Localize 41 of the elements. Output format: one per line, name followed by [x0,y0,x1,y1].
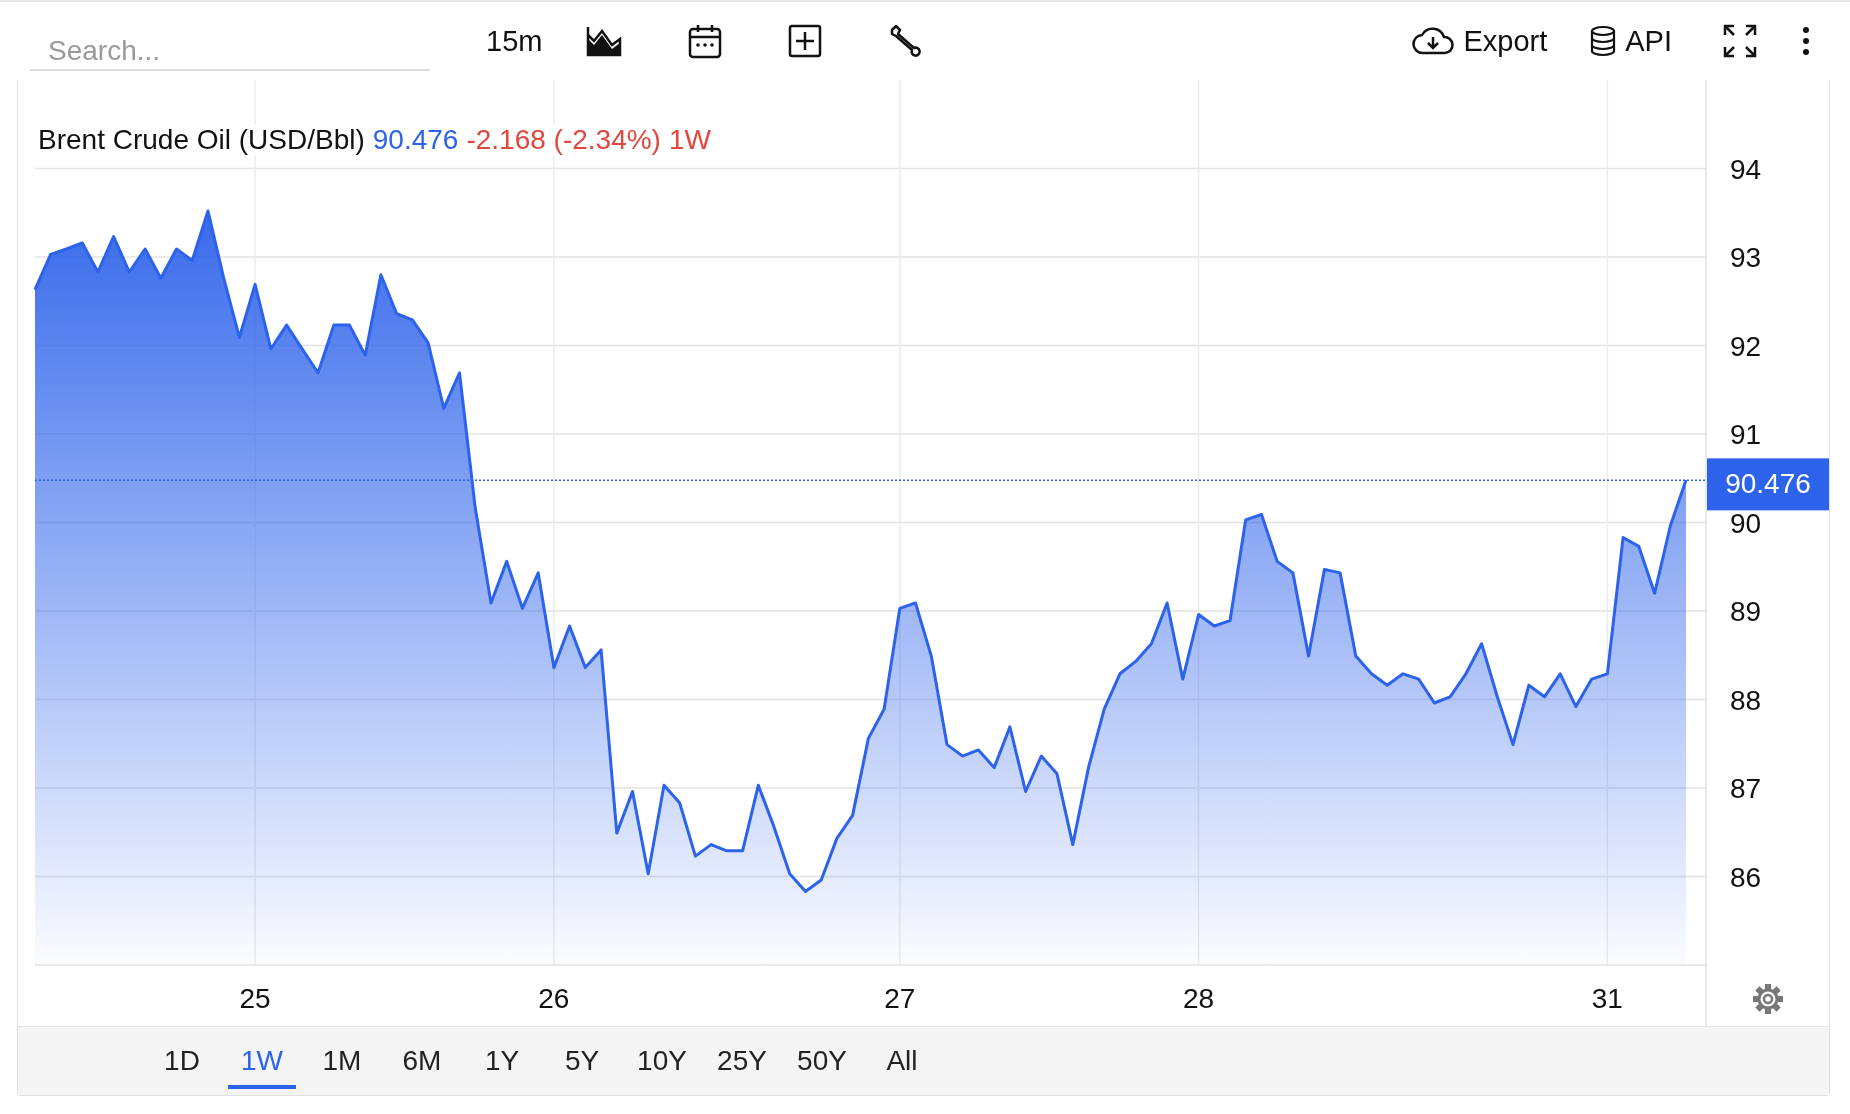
x-axis-label: 26 [538,983,570,1014]
database-icon [1589,25,1618,57]
api-button[interactable]: API [1583,20,1678,62]
fullscreen-icon[interactable] [1722,23,1758,59]
x-axis-label: 27 [884,983,916,1014]
last-price-tag: 90.476 [1707,458,1829,511]
settings-icon[interactable] [1753,984,1783,1014]
range-tab[interactable]: 50Y [788,1033,856,1089]
instrument-name: Brent Crude Oil (USD/Bbl) [38,124,365,156]
y-axis-label: 87 [1730,773,1762,804]
wrench-icon[interactable] [888,24,923,58]
calendar-icon[interactable] [688,23,723,59]
add-icon[interactable] [788,24,823,58]
range-tab[interactable]: All [868,1033,936,1089]
range-tab[interactable]: 6M [388,1033,456,1089]
y-axis-label: 88 [1730,684,1762,716]
price-change: -2.168 (-2.34%) [466,124,661,156]
x-axis-label: 25 [239,983,271,1014]
period-label: 1W [668,124,711,156]
interval-button[interactable]: 15m [480,20,549,62]
current-price: 90.476 [372,124,459,156]
range-tab[interactable]: 5Y [548,1033,616,1089]
range-tab[interactable]: 1M [308,1033,376,1089]
range-tab[interactable]: 25Y [708,1033,776,1089]
export-button[interactable]: Export [1405,20,1554,62]
cloud-download-icon [1411,26,1456,56]
area-chart-icon[interactable] [586,25,623,57]
y-axis-label: 91 [1730,419,1762,450]
y-axis-label: 94 [1730,153,1762,185]
range-tab[interactable]: 10Y [628,1033,696,1089]
more-icon[interactable] [1802,26,1810,56]
y-axis-label: 93 [1730,242,1762,273]
range-tab[interactable]: 1D [148,1033,216,1089]
x-axis-label: 28 [1183,983,1215,1014]
y-axis-label: 92 [1730,330,1762,362]
y-axis-label: 86 [1730,861,1762,893]
y-axis-label: 89 [1730,596,1762,627]
range-tab[interactable]: 1W [228,1033,296,1089]
search-field[interactable]: Search... [30,23,430,71]
x-axis-label: 31 [1591,983,1623,1014]
range-tab[interactable]: 1Y [468,1033,536,1089]
